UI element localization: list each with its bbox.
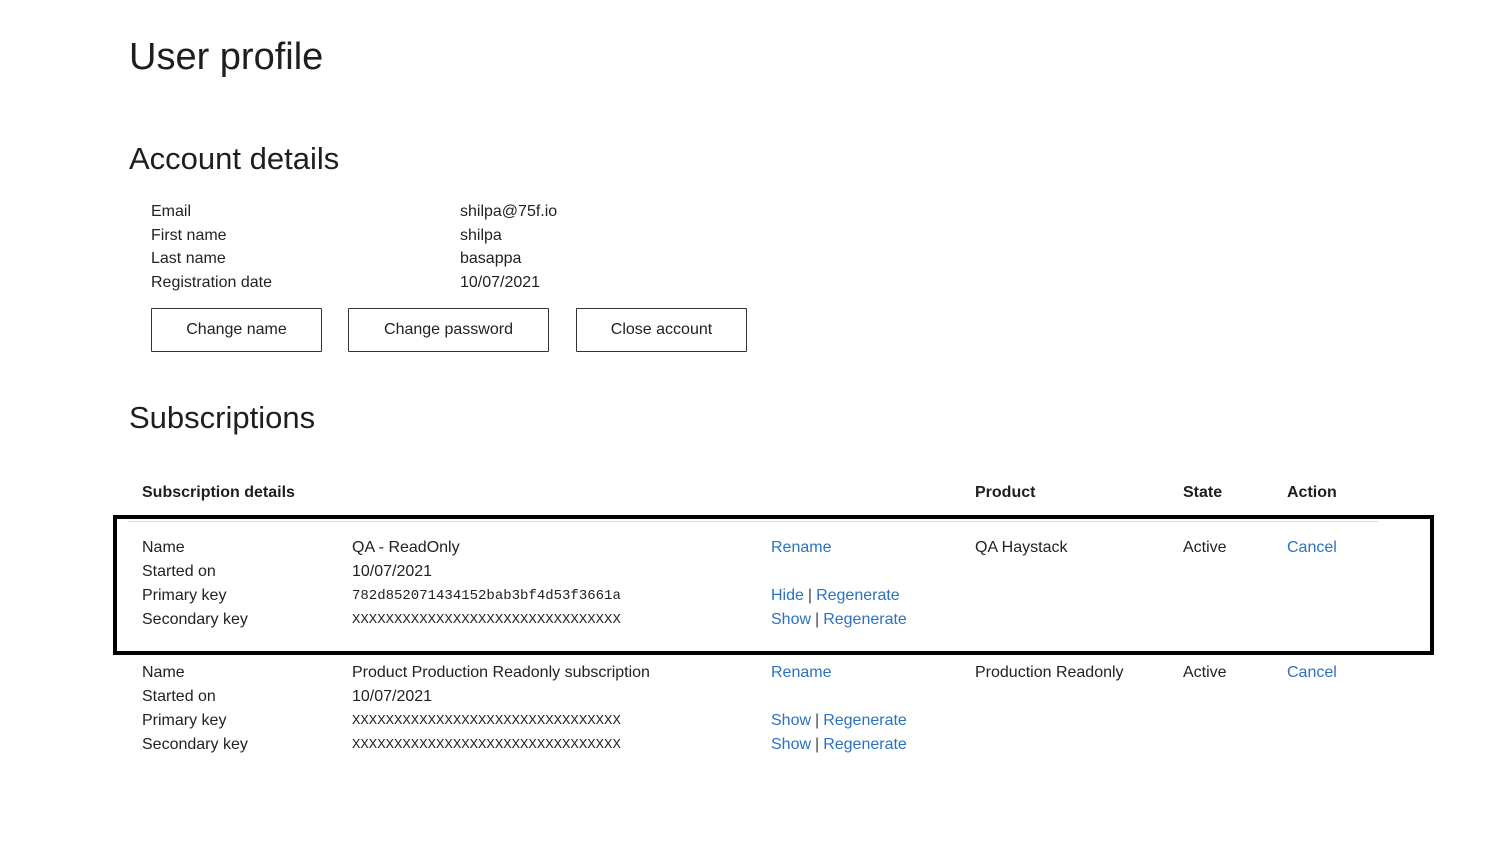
subscription-secondary-key-row: Secondary key XXXXXXXXXXXXXXXXXXXXXXXXXX… [0, 608, 1506, 632]
detail-value-registration-date: 10/07/2021 [460, 273, 541, 291]
change-password-button[interactable]: Change password [348, 308, 549, 352]
cancel-subscription-link[interactable]: Cancel [1287, 664, 1337, 681]
subscription-label: Secondary key [142, 611, 248, 628]
show-primary-key-link[interactable]: Show [771, 712, 811, 729]
subscription-label: Primary key [142, 587, 227, 604]
subscription-label: Secondary key [142, 736, 248, 753]
subscription-product: Production Readonly [975, 664, 1124, 681]
detail-row-first-name: First name shilpa [151, 224, 651, 248]
column-header-product: Product [975, 484, 1036, 501]
primary-key-actions: Hide | Regenerate [771, 584, 900, 608]
subscription-label: Started on [142, 563, 216, 580]
subscription-started-on: 10/07/2021 [352, 563, 433, 580]
primary-key-actions: Show | Regenerate [771, 709, 907, 733]
subscriptions-title: Subscriptions [129, 400, 316, 435]
close-account-button[interactable]: Close account [576, 308, 747, 352]
secondary-key-value: XXXXXXXXXXXXXXXXXXXXXXXXXXXXXXXX [352, 737, 621, 753]
show-secondary-key-link[interactable]: Show [771, 736, 811, 753]
subscription-label: Primary key [142, 712, 227, 729]
subscription-primary-key-row: Primary key 782d852071434152bab3bf4d53f3… [0, 584, 1506, 608]
subscription-action: Cancel [1287, 536, 1337, 560]
subscription-name-actions: Rename [771, 661, 831, 685]
link-separator: | [815, 712, 820, 729]
subscription-state: Active [1183, 664, 1227, 681]
link-separator: | [815, 736, 820, 753]
link-separator: | [807, 587, 813, 604]
detail-value-first-name: shilpa [460, 226, 502, 244]
subscription-started-row: Started on 10/07/2021 [0, 685, 1506, 709]
subscription-row: Name Product Production Readonly subscri… [0, 661, 1506, 757]
subscription-name: Product Production Readonly subscription [352, 664, 650, 681]
secondary-key-value: XXXXXXXXXXXXXXXXXXXXXXXXXXXXXXXX [352, 612, 621, 628]
detail-value-email: shilpa@75f.io [460, 203, 558, 220]
column-header-action: Action [1287, 484, 1337, 501]
regenerate-secondary-key-link[interactable]: Regenerate [823, 611, 907, 628]
regenerate-primary-key-link[interactable]: Regenerate [823, 712, 907, 729]
subscription-started-on: 10/07/2021 [352, 688, 433, 705]
detail-row-last-name: Last name basappa [151, 247, 651, 271]
subscription-label: Started on [142, 688, 216, 705]
secondary-key-actions: Show | Regenerate [771, 608, 907, 632]
subscription-product: QA Haystack [975, 539, 1068, 556]
subscription-name-row: Name Product Production Readonly subscri… [0, 661, 1506, 685]
detail-label: Email [151, 203, 192, 220]
detail-label: Registration date [151, 273, 272, 291]
subscription-name-row: Name QA - ReadOnly Rename QA Haystack Ac… [0, 536, 1506, 560]
hide-primary-key-link[interactable]: Hide [771, 587, 804, 604]
column-header-state: State [1183, 484, 1223, 501]
primary-key-value: 782d852071434152bab3bf4d53f3661a [352, 588, 621, 604]
subscription-row: Name QA - ReadOnly Rename QA Haystack Ac… [0, 536, 1506, 632]
column-header-subscription-details: Subscription details [142, 484, 295, 501]
detail-value-last-name: basappa [460, 250, 522, 268]
link-separator: | [815, 611, 820, 628]
subscription-state: Active [1183, 539, 1227, 556]
regenerate-secondary-key-link[interactable]: Regenerate [823, 736, 907, 753]
show-secondary-key-link[interactable]: Show [771, 611, 811, 628]
cancel-subscription-link[interactable]: Cancel [1287, 539, 1337, 556]
subscription-action: Cancel [1287, 661, 1337, 685]
account-details-list: Email shilpa@75f.io First name shilpa La… [151, 200, 651, 294]
account-details-title: Account details [129, 141, 340, 176]
subscription-label: Name [142, 539, 185, 556]
detail-label: First name [151, 226, 227, 244]
detail-row-email: Email shilpa@75f.io [151, 200, 651, 224]
secondary-key-actions: Show | Regenerate [771, 733, 907, 757]
subscription-name: QA - ReadOnly [352, 539, 460, 556]
detail-label: Last name [151, 250, 226, 268]
primary-key-value: XXXXXXXXXXXXXXXXXXXXXXXXXXXXXXXX [352, 713, 621, 729]
regenerate-primary-key-link[interactable]: Regenerate [816, 587, 900, 604]
rename-link[interactable]: Rename [771, 539, 831, 556]
subscription-label: Name [142, 664, 185, 681]
table-header-divider [128, 521, 1378, 522]
change-name-button[interactable]: Change name [151, 308, 322, 352]
detail-row-registration-date: Registration date 10/07/2021 [151, 271, 651, 295]
rename-link[interactable]: Rename [771, 664, 831, 681]
subscription-primary-key-row: Primary key XXXXXXXXXXXXXXXXXXXXXXXXXXXX… [0, 709, 1506, 733]
subscription-started-row: Started on 10/07/2021 [0, 560, 1506, 584]
page-title: User profile [129, 36, 324, 78]
subscription-secondary-key-row: Secondary key XXXXXXXXXXXXXXXXXXXXXXXXXX… [0, 733, 1506, 757]
subscription-name-actions: Rename [771, 536, 831, 560]
